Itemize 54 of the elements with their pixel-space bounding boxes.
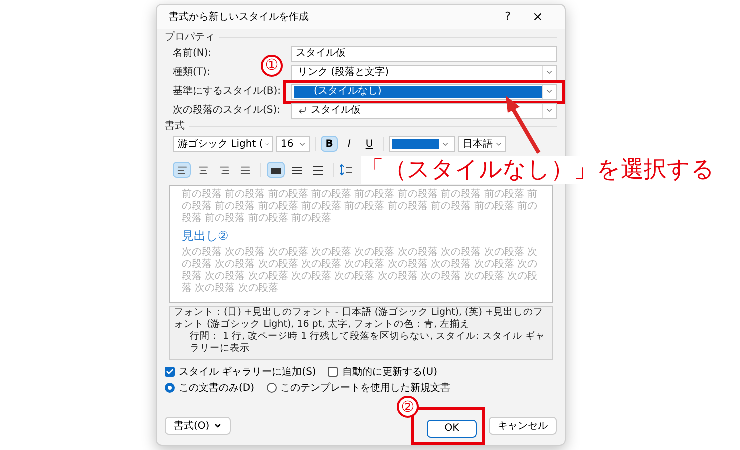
- description-text: 行間： 1 行, 改ページ時 1 行残して段落を区切らない, スタイル: スタイル ギャラリーに表示: [189, 331, 546, 355]
- section-heading: 書式: [165, 120, 185, 134]
- field-label: 基準にするスタイル(B):: [173, 84, 282, 99]
- section-heading: プロパティ: [165, 30, 215, 45]
- dropdown-value: リンク (段落と文字): [297, 66, 389, 80]
- radio-button[interactable]: [165, 383, 175, 393]
- pointer-arrow: [503, 95, 543, 155]
- ok-button[interactable]: OK: [427, 420, 477, 438]
- align-right-icon: [218, 164, 230, 176]
- font-dropdown[interactable]: 游ゴシック Light (: [173, 136, 273, 152]
- name-field[interactable]: スタイル仮: [291, 46, 557, 62]
- checkbox[interactable]: [328, 367, 338, 377]
- language-dropdown[interactable]: 日本語: [458, 136, 506, 152]
- dropdown-value: スタイル仮: [294, 103, 361, 118]
- field-label: 次の段落のスタイル(S):: [173, 104, 282, 118]
- checkbox-label: 自動的に更新する(U): [342, 366, 438, 380]
- dropdown-value: (スタイルなし): [294, 86, 542, 98]
- align-button[interactable]: [173, 162, 191, 178]
- text-style-button[interactable]: B: [321, 136, 338, 152]
- heading-sample: 見出し②: [182, 228, 230, 244]
- paragraph-spacing-icon: [340, 164, 352, 176]
- color-swatch: [392, 139, 439, 149]
- style-dropdown[interactable]: (スタイルなし): [291, 84, 557, 100]
- line-spacing-icon: [292, 164, 302, 176]
- checkbox[interactable]: [165, 367, 175, 377]
- font-size-dropdown[interactable]: 16: [276, 136, 310, 152]
- close-icon: [532, 11, 544, 23]
- cancel-button[interactable]: キャンセル: [489, 417, 557, 435]
- text-style-button[interactable]: U: [361, 136, 378, 152]
- field-label: 種類(T):: [173, 66, 212, 80]
- align-left-icon: [176, 164, 188, 176]
- line-spacing-icon: [313, 164, 323, 176]
- field-label: 名前(N):: [173, 47, 213, 61]
- paragraph-mark-icon: [298, 106, 307, 115]
- align-center-icon: [198, 164, 208, 176]
- radio-button[interactable]: [266, 383, 277, 393]
- window-title: 書式から新しいスタイルを作成: [169, 10, 310, 24]
- previous-paragraph-sample: 前の段落 前の段落 前の段落 前の段落 前の段落 前の段落 前の段落 前の段落 前の段落 前の段落 前の段落 前の段落 前の段落 前の段落 前の段落 前の段落 前の段落 前の段落 前の段落 前の段落: [182, 189, 538, 225]
- radio-label: このテンプレートを使用した新規文書: [280, 382, 451, 396]
- format-menu-button[interactable]: 書式(O): [165, 417, 231, 435]
- radio-label: この文書のみ(D): [179, 382, 255, 396]
- help-button[interactable]: ?: [493, 8, 523, 26]
- checkbox-label: スタイル ギャラリーに追加(S): [179, 366, 316, 380]
- text-style-button[interactable]: I: [341, 136, 358, 152]
- number-callout: ①: [261, 54, 283, 76]
- style-dropdown[interactable]: スタイル仮: [291, 102, 557, 118]
- caret-icon: [214, 422, 222, 430]
- number-callout: ②: [397, 396, 419, 418]
- line-spacing-button[interactable]: [267, 162, 285, 178]
- next-paragraph-sample: 次の段落 次の段落 次の段落 次の段落 次の段落 次の段落 次の段落 次の段落 次の段落 次の段落 次の段落 次の段落 次の段落 次の段落 次の段落 次の段落 次の段落 次の段落 次の段落 次の段落 次の段落 次の段落 次の段落 次の段落 次の段落 次の段落 次の段落: [182, 247, 538, 295]
- style-dropdown[interactable]: リンク (段落と文字): [291, 64, 557, 80]
- description-text: フォント：(日) +見出しのフォント - 日本語 (游ゴシック Light), (英) +見出しのフォント (游ゴシック Light), 16 pt, 太字, フォントの色：青, 左揃え: [174, 307, 544, 331]
- font-color-dropdown[interactable]: [389, 136, 455, 152]
- align-justify-icon: [240, 164, 250, 176]
